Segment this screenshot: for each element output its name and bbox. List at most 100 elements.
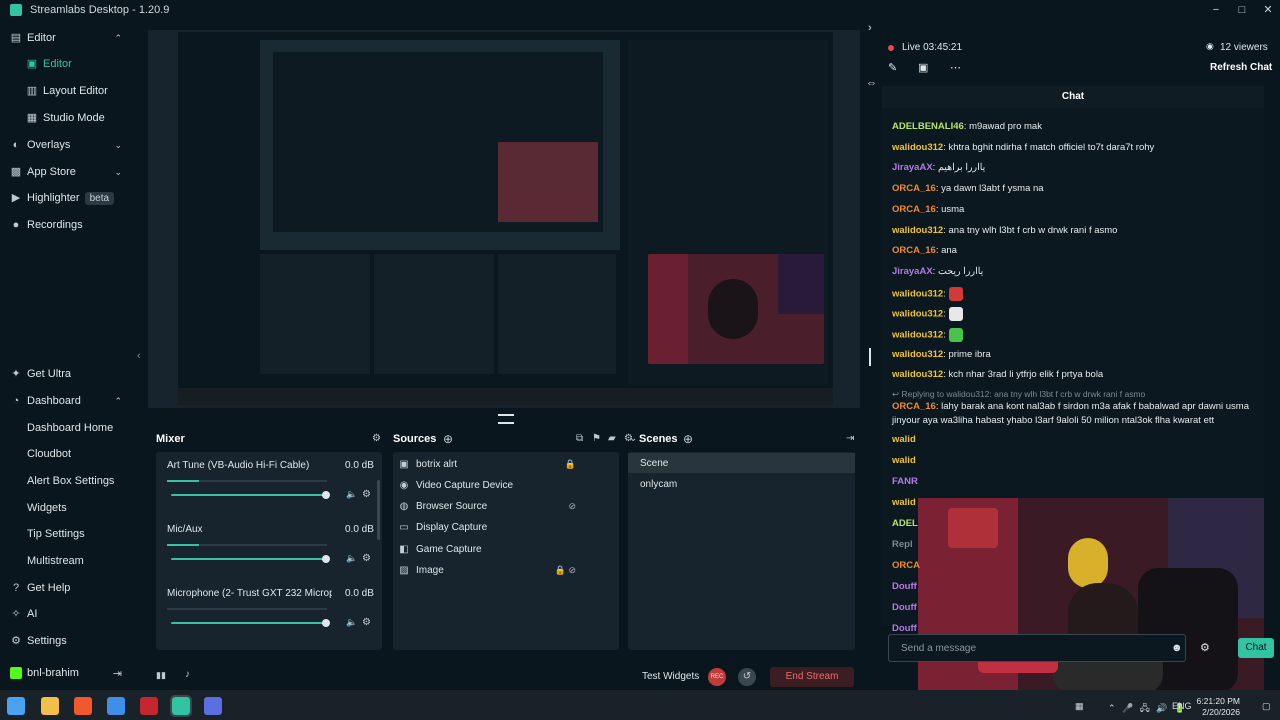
source-lock-visibility-icon[interactable]: 🔒 [565, 459, 576, 470]
chat-username[interactable]: walid [892, 434, 916, 445]
sidebar-item-alert-box-settings[interactable]: Alert Box Settings [0, 469, 134, 493]
chat-username[interactable]: walidou312 [892, 288, 943, 299]
channel-settings-icon[interactable]: ⚙ [362, 553, 371, 564]
sidebar-item-overlays[interactable]: ◐ Overlays ⌄ [0, 133, 134, 157]
taskbar-time[interactable]: 6:21:20 PM [1196, 696, 1240, 706]
refresh-chat-button[interactable]: Refresh Chat [1210, 62, 1272, 73]
sidebar-item-get-help[interactable]: ? Get Help [0, 576, 134, 600]
minimize-button[interactable]: − [1204, 0, 1228, 20]
chat-username[interactable]: ADELBENALI46 [892, 121, 964, 132]
share-icon[interactable]: ⋯ [950, 61, 961, 74]
sidebar-item-ai[interactable]: ✧ AI [0, 602, 134, 626]
test-widgets-button[interactable]: Test Widgets [642, 671, 699, 682]
panel-divider[interactable]: › ⇔ [864, 20, 882, 690]
microsoft-store-icon[interactable] [107, 697, 125, 715]
source-lock-visibility-icon[interactable]: ⊘ [568, 501, 576, 512]
sidebar-item-recordings[interactable]: ● Recordings [0, 213, 134, 237]
streamlabs-icon[interactable] [170, 695, 192, 717]
windows-start-icon[interactable] [7, 697, 25, 715]
sidebar-item-app-store[interactable]: ▩ App Store ⌄ [0, 160, 134, 184]
resize-handle-icon[interactable]: ⇔ [866, 77, 877, 89]
sidebar-item-widgets[interactable]: Widgets [0, 496, 134, 520]
source-lock-visibility-icon[interactable]: 🔒 ⊘ [555, 565, 576, 576]
dock-resize-handle[interactable] [148, 410, 860, 430]
stats-icon[interactable]: ▮▮ [156, 670, 166, 681]
source-item[interactable]: ▣ botrix alrt 🔒 [396, 454, 576, 474]
add-source-icon[interactable]: ⊕ [443, 432, 453, 446]
maximize-button[interactable]: □ [1230, 0, 1254, 20]
brave-browser-icon[interactable] [74, 697, 92, 715]
source-item[interactable]: ▨ Image 🔒 ⊘ [396, 561, 576, 581]
chat-username[interactable]: Douff [892, 602, 917, 613]
notification-center-icon[interactable]: ▢ [1262, 701, 1271, 712]
sidebar-item-settings[interactable]: ⚙ Settings [0, 629, 134, 653]
sidebar-item-dashboard-home[interactable]: Dashboard Home [0, 416, 134, 440]
source-item[interactable]: ◧ Game Capture [396, 539, 576, 559]
app-red-icon[interactable] [140, 697, 158, 715]
scenes-dock-icon[interactable]: ⇥ [846, 433, 854, 444]
chat-username[interactable]: walid [892, 497, 916, 508]
close-button[interactable]: ✕ [1256, 0, 1280, 20]
notifications-icon[interactable]: ♪ [185, 669, 190, 680]
chat-settings-icon[interactable]: ⚙ [1200, 641, 1210, 654]
source-folder-icon[interactable]: ▰ [608, 433, 616, 444]
chat-username[interactable]: walidou312 [892, 142, 943, 153]
language-indicator[interactable]: ENG [1172, 701, 1192, 711]
mute-icon[interactable]: 🔈 [346, 553, 357, 564]
file-explorer-icon[interactable] [41, 697, 59, 715]
sidebar-collapse-icon[interactable]: ‹ [137, 350, 141, 362]
record-button[interactable]: REC [708, 668, 726, 686]
chat-send-button[interactable]: Chat [1238, 638, 1274, 658]
mute-icon[interactable]: 🔈 [346, 617, 357, 628]
sidebar-item-highlighter[interactable]: ▶ Highlighter beta [0, 186, 134, 210]
chat-username[interactable]: JirayaAX [892, 162, 933, 173]
source-item[interactable]: ▭ Display Capture [396, 518, 576, 538]
source-item[interactable]: ◍ Browser Source ⊘ [396, 497, 576, 517]
sidebar-item-cloudbot[interactable]: Cloudbot [0, 442, 134, 466]
end-stream-button[interactable]: End Stream [770, 667, 854, 687]
user-account[interactable]: bnl-brahim ⇥ [0, 661, 134, 685]
chat-username[interactable]: walidou312 [892, 330, 943, 341]
chat-username[interactable]: walid [892, 455, 916, 466]
chat-username[interactable]: walidou312 [892, 225, 943, 236]
chat-username[interactable]: walidou312 [892, 369, 943, 380]
scenes-collapse-icon[interactable]: ⌄ [629, 433, 637, 444]
edit-stream-icon[interactable]: ✎ [888, 61, 897, 74]
taskbar-date[interactable]: 2/20/2026 [1196, 707, 1240, 717]
chat-username[interactable]: walidou312 [892, 349, 943, 360]
scene-item[interactable]: Scene [628, 453, 855, 473]
channel-settings-icon[interactable]: ⚙ [362, 489, 371, 500]
chat-username[interactable]: Douff [892, 581, 917, 592]
mixer-scrollbar[interactable] [377, 480, 380, 540]
expand-chat-icon[interactable]: › [868, 22, 872, 34]
channel-settings-icon[interactable]: ⚙ [362, 617, 371, 628]
sidebar-item-layout-editor-sub[interactable]: ▥ Layout Editor [0, 79, 134, 103]
add-scene-icon[interactable]: ⊕ [683, 432, 693, 446]
logout-icon[interactable]: ⇥ [113, 667, 122, 680]
replay-buffer-button[interactable]: ↺ [738, 668, 756, 686]
sidebar-item-studio-mode-sub[interactable]: ▦ Studio Mode [0, 106, 134, 130]
chat-username[interactable]: JirayaAX [892, 266, 933, 277]
sidebar-item-dashboard[interactable]: ◔ Dashboard ⌃ [0, 389, 134, 413]
chat-username[interactable]: Repl [892, 539, 913, 550]
chat-input[interactable]: Send a message ☻ [888, 634, 1186, 662]
app-blue-icon[interactable] [204, 697, 222, 715]
volume-slider[interactable] [171, 494, 327, 496]
sidebar-item-get-ultra[interactable]: ✦ Get Ultra [0, 362, 134, 386]
sidebar-item-multistream[interactable]: Multistream [0, 549, 134, 573]
chat-username[interactable]: ORCA_16 [892, 204, 936, 215]
chat-username[interactable]: walidou312 [892, 309, 943, 320]
source-selector-icon[interactable]: ⧉ [576, 433, 583, 444]
sidebar-item-editor-sub[interactable]: ▣ Editor [0, 52, 134, 76]
chat-username[interactable]: ORCA_16 [892, 245, 936, 256]
volume-slider[interactable] [171, 558, 327, 560]
chat-username[interactable]: Douff [892, 623, 917, 634]
tray-widgets-icon[interactable]: ▦ [1075, 701, 1084, 712]
sidebar-item-tip-settings[interactable]: Tip Settings [0, 522, 134, 546]
sidebar-item-editor[interactable]: ▤ Editor ⌃ [0, 26, 134, 50]
volume-slider[interactable] [171, 622, 327, 624]
emoji-icon[interactable]: ☻ [1171, 642, 1183, 654]
chat-username[interactable]: FANR [892, 476, 918, 487]
chat-username[interactable]: ADEL [892, 518, 918, 529]
chat-username[interactable]: ORCA [892, 560, 920, 571]
